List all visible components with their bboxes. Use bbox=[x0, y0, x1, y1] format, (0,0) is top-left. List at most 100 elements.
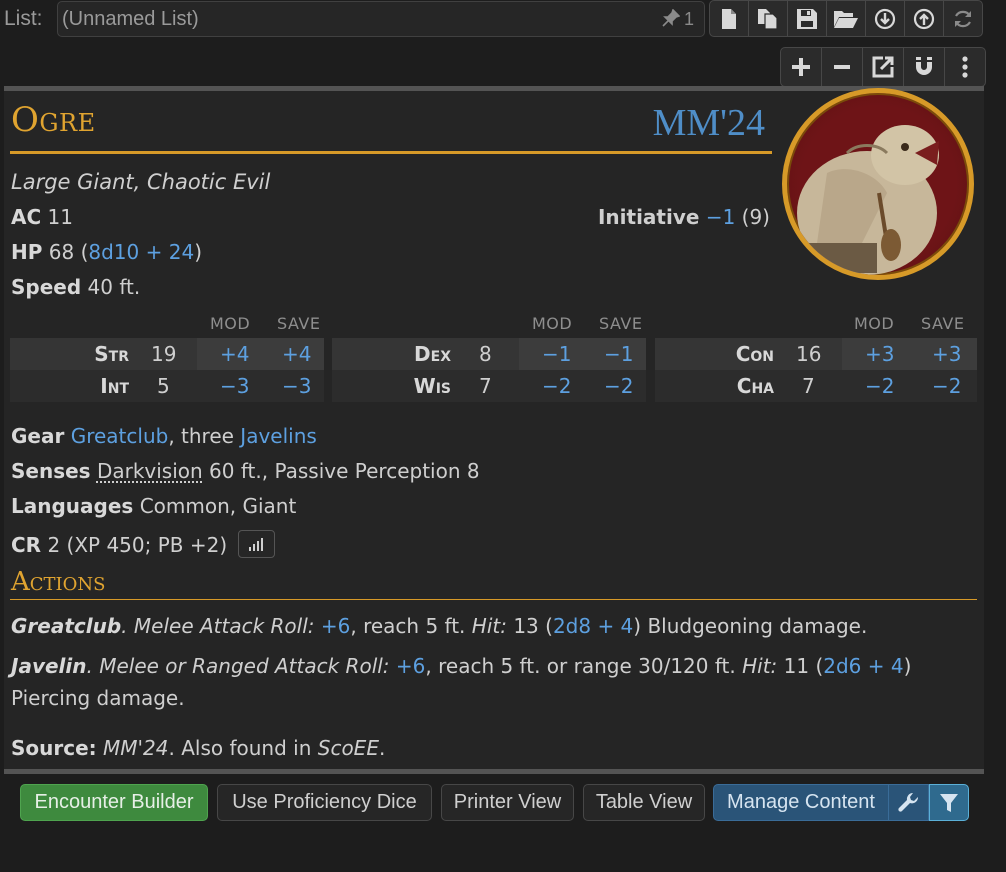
javelin-damage-roll[interactable]: 2d6 + 4 bbox=[823, 654, 903, 678]
magnet-button[interactable] bbox=[903, 47, 945, 87]
copy-button[interactable] bbox=[748, 0, 788, 37]
javelin-attack-roll[interactable]: +6 bbox=[396, 654, 425, 678]
save-header: MOD bbox=[854, 314, 895, 333]
pin-icon bbox=[662, 8, 681, 27]
wrench-button[interactable] bbox=[889, 784, 929, 821]
hit-dice-roll[interactable]: 8d10 + 24 bbox=[88, 240, 194, 264]
copy-icon bbox=[758, 8, 778, 30]
name-divider bbox=[10, 151, 772, 154]
actions-heading: Actions bbox=[11, 567, 106, 597]
ability-row-con: Con 16 +3 +3 bbox=[735, 342, 962, 366]
source-abbreviation[interactable]: MM'24 bbox=[653, 101, 765, 145]
new-file-button[interactable] bbox=[709, 0, 749, 37]
download-icon bbox=[874, 8, 896, 29]
senses-line: Senses Darkvision 60 ft., Passive Percep… bbox=[11, 459, 480, 483]
remove-button[interactable] bbox=[821, 47, 863, 87]
gear-line: Gear Greatclub, three Javelins bbox=[11, 424, 317, 448]
str-mod-roll[interactable]: +4 bbox=[220, 342, 249, 366]
initiative-line: Initiative −1 (9) bbox=[597, 205, 770, 229]
save-button[interactable] bbox=[787, 0, 827, 37]
con-mod-roll[interactable]: +3 bbox=[865, 342, 894, 366]
list-toolbar: List: 1 bbox=[0, 0, 1006, 87]
hit-points-value: 68 bbox=[48, 240, 75, 264]
file-button-group bbox=[709, 0, 983, 37]
refresh-button[interactable] bbox=[943, 0, 983, 37]
list-label: List: bbox=[4, 7, 43, 30]
creature-type-line: Large Giant, Chaotic Evil bbox=[11, 170, 271, 194]
magnet-icon bbox=[916, 57, 932, 75]
add-button[interactable] bbox=[780, 47, 822, 87]
initiative-score: (9) bbox=[741, 205, 770, 229]
upload-icon bbox=[913, 8, 935, 29]
more-button[interactable] bbox=[944, 47, 986, 87]
greatclub-attack-roll[interactable]: +6 bbox=[321, 614, 350, 638]
encounter-builder-button[interactable]: Encounter Builder bbox=[20, 784, 208, 821]
save-header: SAVE bbox=[277, 314, 321, 333]
mod-header: MOD bbox=[210, 314, 251, 333]
darkvision-link[interactable]: Darkvision bbox=[97, 459, 203, 483]
manage-content-button[interactable]: Manage Content bbox=[713, 784, 889, 821]
str-save-roll[interactable]: +4 bbox=[282, 342, 311, 366]
save-icon bbox=[797, 8, 817, 29]
ability-group-con-cha: Con 16 +3 +3 Cha 7 −2 −2 bbox=[655, 338, 977, 402]
open-folder-button[interactable] bbox=[826, 0, 866, 37]
popout-button[interactable] bbox=[862, 47, 904, 87]
ability-row-dex: Dex 8 −1 −1 bbox=[414, 342, 634, 366]
wis-mod-roll[interactable]: −2 bbox=[542, 374, 571, 398]
dex-mod-roll[interactable]: −1 bbox=[542, 342, 571, 366]
greatclub-damage-roll[interactable]: 2d8 + 4 bbox=[553, 614, 633, 638]
manage-content-group: Manage Content bbox=[713, 784, 969, 821]
download-button[interactable] bbox=[865, 0, 905, 37]
table-view-button[interactable]: Table View bbox=[583, 784, 705, 821]
minus-icon bbox=[834, 65, 850, 69]
plus-icon bbox=[792, 58, 810, 76]
ability-row-wis: Wis 7 −2 −2 bbox=[332, 370, 646, 402]
filter-button[interactable] bbox=[929, 784, 969, 821]
save-header: SAVE bbox=[599, 314, 643, 333]
ability-row-str: Str 19 +4 +4 bbox=[94, 342, 312, 366]
pin-count[interactable]: 1 bbox=[662, 8, 694, 30]
printer-view-button[interactable]: Printer View bbox=[441, 784, 574, 821]
int-mod-roll[interactable]: −3 bbox=[220, 374, 249, 398]
filter-icon bbox=[940, 793, 958, 812]
creature-portrait[interactable] bbox=[782, 88, 974, 280]
con-save-roll[interactable]: +3 bbox=[932, 342, 961, 366]
initiative-roll[interactable]: −1 bbox=[706, 205, 735, 229]
speed-line: Speed 40 ft. bbox=[11, 275, 141, 299]
speed-value: 40 ft. bbox=[87, 275, 141, 299]
dex-save-roll[interactable]: −1 bbox=[604, 342, 633, 366]
cha-mod-roll[interactable]: −2 bbox=[865, 374, 894, 398]
new-file-icon bbox=[722, 8, 736, 29]
save-header: SAVE bbox=[921, 314, 965, 333]
wrench-icon bbox=[897, 792, 918, 812]
ability-group-dex-wis: Dex 8 −1 −1 Wis 7 −2 −2 bbox=[332, 338, 646, 402]
source-primary[interactable]: MM'24 bbox=[103, 736, 168, 760]
armor-class-value: 11 bbox=[47, 205, 73, 229]
gear-link-greatclub[interactable]: Greatclub bbox=[71, 424, 169, 448]
armor-class-line: AC 11 bbox=[11, 205, 73, 229]
action-javelin: Javelin. Melee or Ranged Attack Roll: +6… bbox=[11, 654, 912, 710]
int-save-roll[interactable]: −3 bbox=[282, 374, 311, 398]
more-vertical-icon bbox=[962, 56, 968, 78]
wis-save-roll[interactable]: −2 bbox=[604, 374, 633, 398]
external-link-icon bbox=[872, 56, 894, 78]
folder-open-icon bbox=[834, 10, 858, 28]
cr-scaler-button[interactable] bbox=[237, 530, 275, 558]
ability-row-cha: Cha 7 −2 −2 bbox=[655, 370, 977, 402]
list-name-input[interactable] bbox=[62, 7, 622, 31]
creature-name: Ogre bbox=[11, 100, 96, 140]
challenge-rating-line: CR 2 (XP 450; PB +2) bbox=[11, 530, 275, 558]
upload-button[interactable] bbox=[904, 0, 944, 37]
source-secondary[interactable]: ScoEE bbox=[318, 736, 379, 760]
gear-link-javelins[interactable]: Javelins bbox=[240, 424, 317, 448]
ability-row-int: Int 5 −3 −3 bbox=[10, 370, 324, 402]
source-line: Source: MM'24. Also found in ScoEE. bbox=[11, 736, 386, 760]
actions-divider bbox=[10, 599, 977, 600]
cha-save-roll[interactable]: −2 bbox=[932, 374, 961, 398]
proficiency-dice-button[interactable]: Use Proficiency Dice bbox=[217, 784, 432, 821]
ability-group-str-int: Str 19 +4 +4 Int 5 −3 −3 bbox=[10, 338, 324, 402]
ogre-portrait-image bbox=[797, 125, 939, 275]
list-name-field[interactable]: 1 bbox=[57, 1, 705, 37]
refresh-icon bbox=[955, 10, 971, 27]
languages-line: Languages Common, Giant bbox=[11, 494, 297, 518]
